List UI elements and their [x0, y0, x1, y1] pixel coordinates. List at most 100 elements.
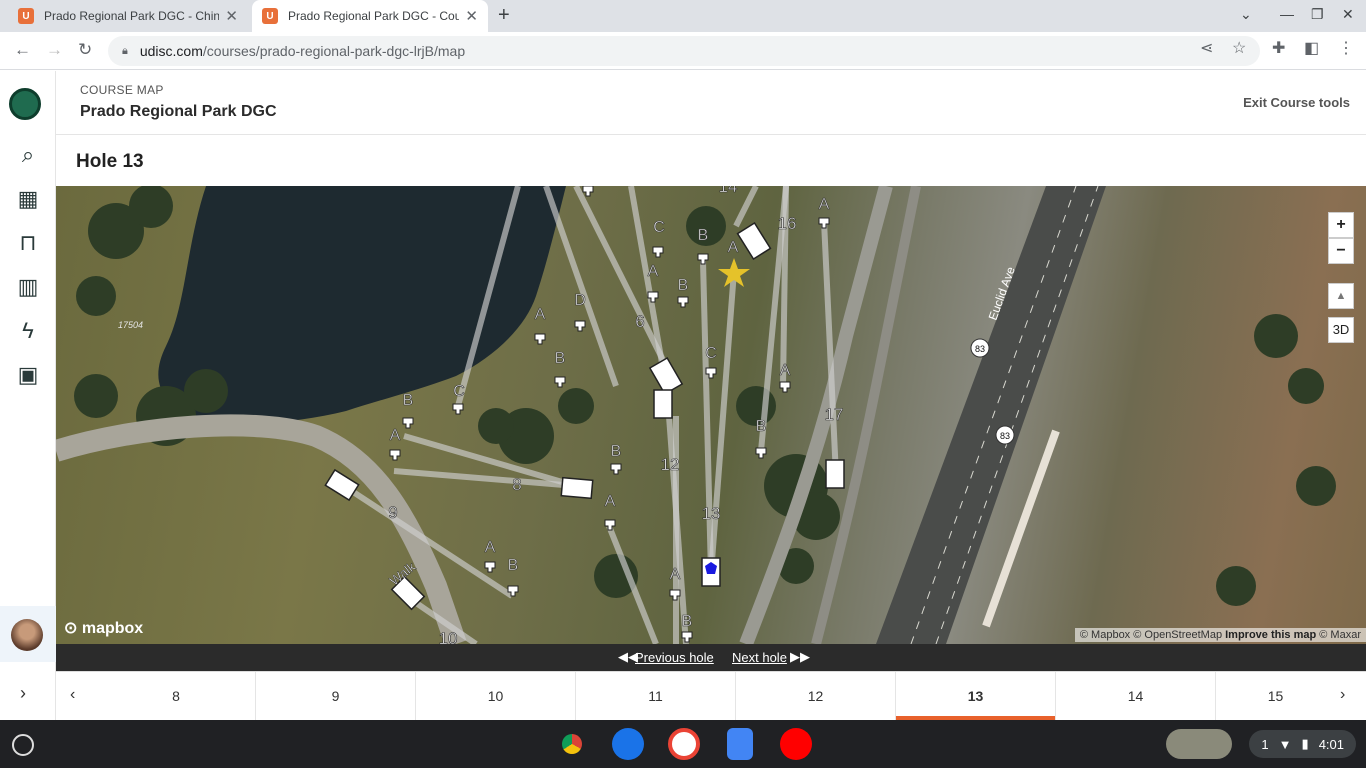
svg-text:14: 14	[719, 186, 738, 196]
close-window-icon[interactable]: ✕	[1342, 6, 1354, 23]
3d-toggle-button[interactable]: 3D	[1328, 317, 1354, 343]
battery-icon: ▮	[1301, 736, 1309, 751]
svg-text:6: 6	[635, 312, 644, 331]
gmail-icon[interactable]	[668, 728, 700, 760]
minimize-icon[interactable]: —	[1280, 6, 1294, 22]
system-tray[interactable]: 1 ▼ ▮ 4:01	[1249, 730, 1356, 758]
svg-text:16: 16	[778, 214, 797, 233]
hole-navigation-bar: ◀◀ Previous hole Next hole ▶▶	[56, 644, 1366, 671]
svg-text:C: C	[653, 219, 665, 236]
bookmark-star-icon[interactable]: ☆	[1232, 38, 1246, 58]
clock: 4:01	[1318, 736, 1344, 752]
map-canvas[interactable]: C B A B A D A B C A A C B A B B A A B A …	[56, 186, 1366, 644]
menu-kebab-icon[interactable]: ⋮	[1338, 38, 1354, 58]
improve-map-link[interactable]: Improve this map	[1225, 629, 1316, 641]
tab-title: Prado Regional Park DGC - Chino	[44, 9, 220, 23]
svg-text:13: 13	[702, 504, 721, 523]
browser-toolbar: ← → ↻ 🔒︎ udisc.com/courses/prado-regiona…	[0, 32, 1366, 70]
hole-tab-11[interactable]: 11	[575, 672, 735, 721]
browser-tab-1[interactable]: U Prado Regional Park DGC - Chino ✕	[8, 0, 248, 32]
browser-tab-2[interactable]: U Prado Regional Park DGC - Cour ✕	[252, 0, 488, 32]
hole-selector: ‹ 8 9 10 11 12 13 14 15 ›	[56, 671, 1366, 721]
next-hole-link[interactable]: Next hole	[732, 650, 787, 665]
app-sidebar: ⌕ ▦ ⊓ ▥ ϟ ▣ ›	[0, 71, 56, 720]
camera-icon[interactable]: ▣	[14, 361, 42, 389]
mapbox-logo[interactable]: ⊙ mapbox	[64, 618, 143, 638]
zoom-in-button[interactable]: +	[1328, 212, 1354, 238]
hole-tab-15[interactable]: 15	[1215, 672, 1335, 721]
extensions-icon[interactable]: ✚	[1272, 38, 1285, 58]
back-icon[interactable]: ←	[14, 40, 31, 60]
avatar[interactable]	[11, 619, 43, 651]
svg-text:A: A	[728, 239, 739, 256]
exit-course-tools-button[interactable]: Exit Course tools	[1243, 95, 1350, 110]
reload-icon[interactable]: ↻	[78, 40, 92, 60]
svg-text:A: A	[605, 493, 616, 510]
compass-button[interactable]: ▲	[1328, 283, 1354, 309]
hole-tab-8[interactable]: 8	[96, 672, 256, 721]
launcher-icon[interactable]	[12, 734, 34, 756]
svg-text:B: B	[678, 277, 689, 294]
svg-text:B: B	[698, 227, 709, 244]
disc-golf-basket-icon[interactable]: ⊓	[14, 229, 42, 257]
window-thumbnail[interactable]	[1166, 729, 1232, 759]
fast-forward-icon: ▶▶	[790, 649, 810, 664]
course-title: Prado Regional Park DGC	[80, 103, 277, 120]
search-icon[interactable]: ⌕	[14, 141, 42, 169]
tab-search-icon[interactable]: ⌄	[1240, 6, 1252, 23]
messages-icon[interactable]	[612, 728, 644, 760]
expand-sidebar-icon[interactable]: ›	[20, 683, 26, 704]
maximize-icon[interactable]: ❐	[1311, 6, 1324, 23]
side-panel-icon[interactable]: ◧	[1304, 38, 1319, 58]
scroll-right-icon[interactable]: ›	[1340, 686, 1345, 704]
maxar-credit[interactable]: © Maxar	[1319, 629, 1361, 641]
svg-text:B: B	[508, 557, 519, 574]
lock-icon: 🔒︎	[122, 44, 128, 57]
scroll-left-icon[interactable]: ‹	[70, 686, 75, 704]
svg-text:C: C	[705, 345, 717, 362]
map-icon[interactable]: ▦	[14, 185, 42, 213]
lightning-icon[interactable]: ϟ	[14, 317, 42, 345]
header-subtitle: COURSE MAP	[80, 83, 164, 97]
svg-text:10: 10	[439, 629, 458, 644]
close-tab-icon[interactable]: ✕	[225, 7, 238, 25]
youtube-icon[interactable]	[780, 728, 812, 760]
udisc-favicon-icon: U	[18, 8, 34, 24]
hole-tab-12[interactable]: 12	[735, 672, 895, 721]
course-map[interactable]: C B A B A D A B C A A C B A B B A A B A …	[56, 186, 1366, 644]
attribution-text[interactable]: © Mapbox © OpenStreetMap	[1080, 629, 1222, 641]
url-path: /courses/prado-regional-park-dgc-lrjB/ma…	[202, 43, 466, 59]
route-shield-label: 83	[975, 344, 985, 354]
hole-tab-13[interactable]: 13	[895, 672, 1055, 721]
hole-tab-10[interactable]: 10	[415, 672, 575, 721]
previous-hole-link[interactable]: Previous hole	[635, 650, 714, 665]
address-bar[interactable]: 🔒︎ udisc.com/courses/prado-regional-park…	[108, 36, 1260, 66]
svg-text:12: 12	[661, 455, 680, 474]
svg-text:B: B	[611, 443, 622, 460]
svg-text:A: A	[485, 539, 496, 556]
udisc-favicon-icon: U	[262, 8, 278, 24]
parcel-label: 17504	[118, 320, 143, 330]
zoom-out-button[interactable]: −	[1328, 238, 1354, 264]
udisc-logo-icon[interactable]	[9, 88, 41, 120]
notification-count: 1	[1261, 736, 1269, 752]
wifi-icon: ▼	[1278, 736, 1292, 752]
chrome-icon[interactable]	[556, 728, 588, 760]
share-icon[interactable]: ⋖	[1200, 38, 1213, 58]
map-attribution: © Mapbox © OpenStreetMap Improve this ma…	[1074, 628, 1366, 642]
docs-icon[interactable]	[727, 728, 753, 760]
hole-title: Hole 13	[76, 151, 144, 172]
stats-icon[interactable]: ▥	[14, 273, 42, 301]
svg-text:A: A	[390, 427, 401, 444]
svg-text:B: B	[403, 392, 414, 409]
tab-title: Prado Regional Park DGC - Cour	[288, 9, 460, 23]
hole-tab-14[interactable]: 14	[1055, 672, 1215, 721]
new-tab-icon[interactable]: +	[498, 4, 510, 27]
route-shield-label: 83	[1000, 431, 1010, 441]
hole-tab-9[interactable]: 9	[255, 672, 415, 721]
svg-text:D: D	[574, 292, 586, 309]
close-tab-icon[interactable]: ✕	[465, 7, 478, 25]
forward-icon[interactable]: →	[46, 40, 63, 60]
svg-text:17: 17	[825, 405, 844, 424]
svg-text:A: A	[819, 196, 830, 213]
